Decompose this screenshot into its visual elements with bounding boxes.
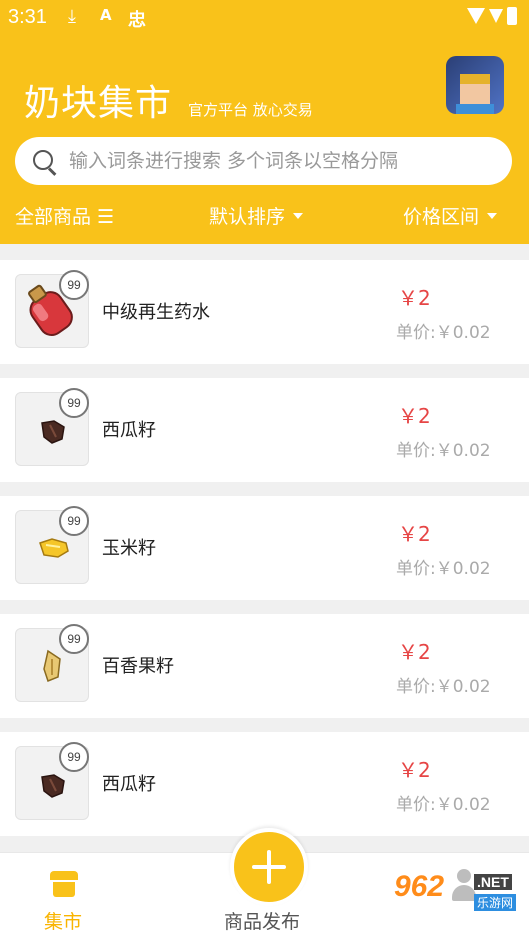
download-icon: ⤓: [68, 6, 76, 27]
item-price: ￥2: [398, 640, 431, 664]
wifi-icon: [467, 8, 485, 24]
avatar[interactable]: [446, 56, 504, 114]
sort-dropdown[interactable]: 默认排序: [209, 202, 304, 229]
item-name: 百香果籽: [102, 656, 174, 677]
notification-a-icon: A: [100, 6, 112, 24]
quantity-badge: 99: [59, 624, 89, 654]
price-range-label: 价格区间: [403, 206, 480, 228]
item-unit-price: 单价:￥0.02: [396, 323, 491, 343]
tab-publish-label: 商品发布: [224, 911, 301, 933]
sort-label: 默认排序: [209, 206, 286, 228]
search-bar[interactable]: [15, 137, 512, 185]
item-price: ￥2: [398, 758, 431, 782]
item-name: 西瓜籽: [102, 774, 156, 795]
list-item[interactable]: 99 西瓜籽 ￥2 单价:￥0.02: [0, 732, 529, 836]
watermark-site: 乐游网: [474, 894, 517, 911]
list-item[interactable]: 99 百香果籽 ￥2 单价:￥0.02: [0, 614, 529, 718]
item-unit-price: 单价:￥0.02: [396, 441, 491, 461]
title-row: 奶块集市 官方平台 放心交易: [24, 74, 313, 126]
shop-icon: [50, 871, 78, 897]
item-unit-price: 单价:￥0.02: [396, 559, 491, 579]
filter-bar: 全部商品 ☰ 默认排序 价格区间: [0, 198, 529, 234]
watermark-logo: 962 .NET 乐游网: [394, 866, 524, 922]
tab-market-label: 集市: [44, 911, 83, 933]
item-name: 中级再生药水: [102, 302, 210, 323]
item-name: 西瓜籽: [102, 420, 156, 441]
page-title: 奶块集市: [24, 83, 173, 124]
item-price: ￥2: [398, 404, 431, 428]
caret-down-icon: [293, 212, 304, 219]
search-icon: [33, 150, 57, 176]
caret-down-icon: [487, 212, 498, 219]
search-input[interactable]: [67, 149, 491, 173]
watermark-number: 962: [394, 870, 445, 903]
item-unit-price: 单价:￥0.02: [396, 677, 491, 697]
app-notification-icon: 忠: [128, 10, 146, 31]
quantity-badge: 99: [59, 742, 89, 772]
list-item[interactable]: 99 中级再生药水 ￥2 单价:￥0.02: [0, 260, 529, 364]
status-time: 3:31: [8, 6, 47, 28]
all-goods-filter[interactable]: 全部商品 ☰: [15, 202, 114, 229]
watermark-net: .NET: [474, 874, 512, 890]
signal-icon: [489, 9, 503, 23]
page-subtitle: 官方平台 放心交易: [188, 101, 313, 119]
publish-plus-button[interactable]: [230, 828, 308, 906]
list-item[interactable]: 99 玉米籽 ￥2 单价:￥0.02: [0, 496, 529, 600]
price-range-dropdown[interactable]: 价格区间: [403, 202, 498, 229]
list-item[interactable]: 99 西瓜籽 ￥2 单价:￥0.02: [0, 378, 529, 482]
item-unit-price: 单价:￥0.02: [396, 795, 491, 815]
quantity-badge: 99: [59, 388, 89, 418]
status-bar: 3:31 ⤓ A 忠: [0, 0, 529, 38]
item-price: ￥2: [398, 286, 431, 310]
quantity-badge: 99: [59, 270, 89, 300]
item-price: ￥2: [398, 522, 431, 546]
header-bar: 3:31 ⤓ A 忠 奶块集市 官方平台 放心交易 全部商品 ☰ 默认排序 价: [0, 0, 529, 244]
quantity-badge: 99: [59, 506, 89, 536]
all-goods-label: 全部商品 ☰: [15, 206, 115, 228]
battery-icon: [507, 7, 517, 25]
item-name: 玉米籽: [102, 538, 156, 559]
